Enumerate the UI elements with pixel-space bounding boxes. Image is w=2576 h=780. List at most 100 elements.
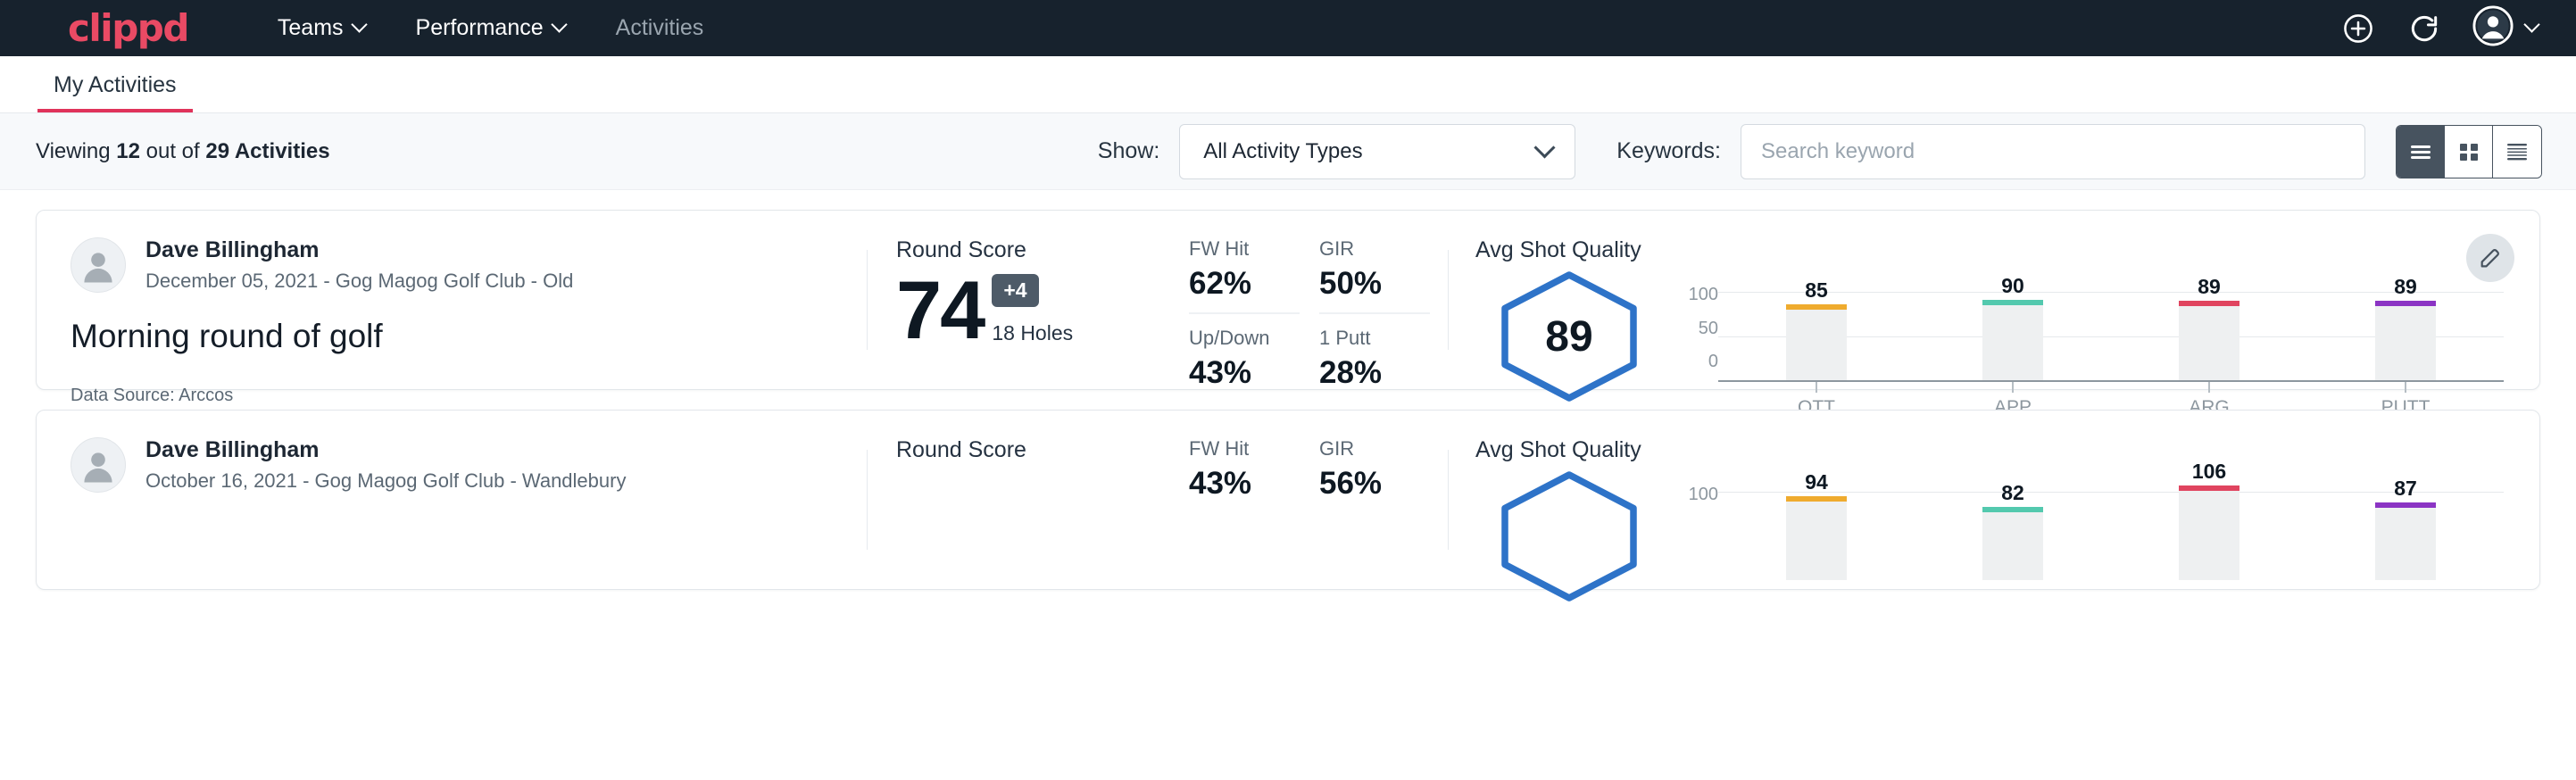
stat-fw-hit-label: FW Hit bbox=[1189, 237, 1300, 261]
round-score-column: Round Score bbox=[868, 437, 1180, 562]
top-navigation-bar: clippd Teams Performance Activities bbox=[0, 0, 2576, 56]
stat-up-down-value: 43% bbox=[1189, 355, 1300, 391]
chart-plot-area: 94 82 bbox=[1718, 469, 2504, 604]
bar-group-putt: 87 bbox=[2307, 477, 2504, 580]
tick-mark bbox=[1816, 382, 1817, 393]
view-mode-toggle bbox=[2396, 125, 2542, 178]
account-menu[interactable] bbox=[2472, 5, 2540, 51]
filter-controls: Show: All Activity Types Keywords: bbox=[1098, 124, 2365, 179]
viewing-count-text: Viewing 12 out of 29 Activities bbox=[36, 139, 330, 164]
tick-mark bbox=[2012, 382, 2014, 393]
holes-played: 18 Holes bbox=[992, 321, 1073, 345]
activity-type-value: All Activity Types bbox=[1203, 139, 1362, 164]
tab-my-activities[interactable]: My Activities bbox=[37, 72, 193, 112]
viewing-count: 12 bbox=[116, 139, 140, 163]
stat-up-down: Up/Down 43% bbox=[1189, 327, 1300, 402]
bar-value-putt: 87 bbox=[2394, 477, 2417, 501]
pencil-icon bbox=[2478, 245, 2503, 270]
chevron-down-icon bbox=[1537, 140, 1553, 156]
bar-cap-ott bbox=[1786, 496, 1847, 502]
y-tick-50: 50 bbox=[1699, 319, 1718, 339]
refresh-icon[interactable] bbox=[2406, 11, 2442, 46]
bar-ott bbox=[1786, 304, 1847, 380]
search-box[interactable] bbox=[1741, 124, 2365, 179]
primary-nav: Teams Performance Activities bbox=[278, 15, 703, 41]
bar-cap-putt bbox=[2375, 301, 2436, 306]
bar-cap-putt bbox=[2375, 502, 2436, 508]
hexagon-icon bbox=[1494, 469, 1644, 603]
nav-item-teams[interactable]: Teams bbox=[278, 15, 368, 41]
activity-meta: October 16, 2021 - Gog Magog Golf Club -… bbox=[145, 469, 626, 493]
bar-group-arg: 89 bbox=[2111, 275, 2307, 380]
bar-app bbox=[1982, 507, 2043, 580]
keywords-label: Keywords: bbox=[1616, 138, 1721, 164]
view-mode-detail-button[interactable] bbox=[2493, 126, 2541, 178]
person-name: Dave Billingham bbox=[145, 437, 626, 464]
stat-one-putt-label: 1 Putt bbox=[1319, 327, 1430, 350]
stat-gir: GIR 50% bbox=[1319, 237, 1430, 314]
chevron-down-icon bbox=[2526, 19, 2540, 33]
activity-meta: December 05, 2021 - Gog Magog Golf Club … bbox=[145, 270, 573, 293]
bar-group-ott: 85 bbox=[1718, 278, 1915, 380]
round-score-label: Round Score bbox=[896, 237, 1157, 263]
filter-bar: Viewing 12 out of 29 Activities Show: Al… bbox=[0, 113, 2576, 190]
view-mode-list-button[interactable] bbox=[2397, 126, 2445, 178]
stats-grid: FW Hit 62% GIR 50% Up/Down 43% 1 Putt 28… bbox=[1189, 237, 1430, 402]
nav-actions bbox=[2340, 5, 2540, 51]
activity-person: Dave Billingham October 16, 2021 - Gog M… bbox=[71, 437, 831, 493]
bar-value-ott: 85 bbox=[1805, 278, 1828, 303]
nav-item-performance-label: Performance bbox=[416, 15, 544, 41]
view-mode-grid-button[interactable] bbox=[2445, 126, 2493, 178]
person-icon bbox=[75, 442, 121, 488]
chart-bars: 94 82 bbox=[1718, 468, 2504, 580]
nav-item-activities[interactable]: Activities bbox=[616, 15, 704, 41]
bar-value-arg: 89 bbox=[2198, 275, 2221, 299]
edit-activity-button[interactable] bbox=[2466, 234, 2514, 282]
bar-group-app: 82 bbox=[1915, 481, 2111, 580]
activity-person: Dave Billingham December 05, 2021 - Gog … bbox=[71, 237, 831, 293]
viewing-prefix: Viewing bbox=[36, 139, 116, 163]
activity-card[interactable]: Dave Billingham December 05, 2021 - Gog … bbox=[36, 210, 2540, 390]
bar-value-app: 90 bbox=[2001, 274, 2024, 298]
bar-value-arg: 106 bbox=[2192, 460, 2226, 484]
bar-cap-app bbox=[1982, 507, 2043, 512]
chevron-down-icon bbox=[353, 19, 368, 33]
score-to-par-badge: +4 bbox=[992, 274, 1038, 307]
y-tick-0: 0 bbox=[1708, 352, 1718, 372]
activity-type-select[interactable]: All Activity Types bbox=[1179, 124, 1575, 179]
bar-putt bbox=[2375, 301, 2436, 380]
activity-info-column: Dave Billingham December 05, 2021 - Gog … bbox=[37, 237, 867, 362]
avg-shot-quality-label: Avg Shot Quality bbox=[1475, 437, 2504, 463]
bar-arg bbox=[2179, 485, 2239, 580]
chart-y-axis: 100 bbox=[1679, 469, 1718, 572]
viewing-total: 29 Activities bbox=[205, 139, 329, 163]
round-score-value: 74 bbox=[896, 275, 984, 347]
activity-card-list: Dave Billingham December 05, 2021 - Gog … bbox=[0, 190, 2576, 590]
search-input[interactable] bbox=[1761, 139, 2345, 164]
chevron-down-icon bbox=[553, 19, 568, 33]
nav-item-performance[interactable]: Performance bbox=[416, 15, 568, 41]
account-circle-icon bbox=[2472, 5, 2514, 51]
avg-shot-quality-column: Avg Shot Quality 100 bbox=[1449, 437, 2539, 562]
tick-mark bbox=[2405, 382, 2406, 393]
bar-group-app: 90 bbox=[1915, 274, 2111, 380]
app-logo[interactable]: clippd bbox=[68, 6, 188, 50]
stat-fw-hit-value: 43% bbox=[1189, 466, 1300, 502]
avatar bbox=[71, 437, 126, 493]
stat-one-putt: 1 Putt 28% bbox=[1319, 327, 1430, 402]
stat-gir-label: GIR bbox=[1319, 237, 1430, 261]
stat-gir-value: 50% bbox=[1319, 266, 1430, 302]
shot-quality-chart: 100 50 0 85 bbox=[1663, 269, 2504, 404]
plus-circle-icon[interactable] bbox=[2340, 11, 2376, 46]
chart-plot-area: 85 90 bbox=[1718, 269, 2504, 404]
activity-card[interactable]: Dave Billingham October 16, 2021 - Gog M… bbox=[36, 410, 2540, 590]
tab-bar: My Activities bbox=[0, 56, 2576, 113]
quality-hexagon: 89 bbox=[1475, 270, 1663, 403]
stat-one-putt-value: 28% bbox=[1319, 355, 1430, 391]
tick-mark bbox=[2208, 382, 2210, 393]
stats-grid: FW Hit 43% GIR 56% bbox=[1189, 437, 1430, 512]
list-icon bbox=[2408, 141, 2433, 162]
avg-shot-quality-label: Avg Shot Quality bbox=[1475, 237, 2504, 263]
bar-arg bbox=[2179, 301, 2239, 380]
round-score-label: Round Score bbox=[896, 437, 1157, 463]
